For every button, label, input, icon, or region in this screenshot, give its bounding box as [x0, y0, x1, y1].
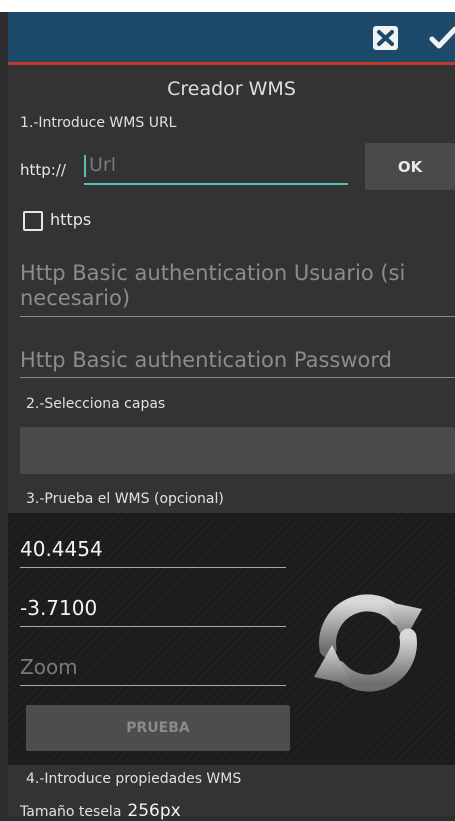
refresh-preview-button[interactable] [304, 579, 432, 707]
longitude-value: -3.7100 [20, 596, 98, 620]
wms-creator-dialog: Creador WMS 1.-Introduce WMS URL http://… [8, 65, 455, 821]
latitude-value: 40.4454 [20, 537, 103, 561]
auth-password-field[interactable]: Http Basic authentication Password [20, 348, 455, 378]
tile-size-row[interactable]: Tamaño tesela 256px [20, 801, 181, 821]
text-caret [84, 155, 86, 177]
tile-size-value: 256px [127, 801, 181, 821]
step2-label: 2.-Selecciona capas [26, 396, 166, 412]
https-checkbox[interactable] [23, 211, 43, 231]
url-placeholder: Url [89, 154, 116, 176]
tile-size-label: Tamaño tesela [20, 804, 122, 820]
refresh-icon [314, 594, 422, 692]
step3-label: 3.-Prueba el WMS (opcional) [26, 491, 224, 507]
longitude-field[interactable]: -3.7100 [20, 590, 286, 627]
dialog-title: Creador WMS [167, 78, 296, 100]
latitude-field[interactable]: 40.4454 [20, 531, 286, 568]
app-bar [8, 12, 455, 65]
https-label[interactable]: https [50, 210, 91, 229]
zoom-placeholder: Zoom [20, 655, 78, 679]
status-strip [0, 0, 455, 12]
zoom-field[interactable]: Zoom [20, 649, 286, 686]
step1-label: 1.-Introduce WMS URL [20, 115, 177, 131]
close-button[interactable] [371, 25, 401, 51]
close-box-icon [373, 26, 398, 50]
check-icon [429, 26, 455, 49]
ok-button[interactable]: OK [365, 143, 455, 190]
auth-user-field[interactable]: Http Basic authentication Usuario (si ne… [20, 261, 455, 317]
step4-label: 4.-Introduce propiedades WMS [26, 771, 242, 787]
test-button[interactable]: PRUEBA [26, 705, 290, 751]
url-prefix: http:// [20, 161, 66, 179]
url-input[interactable]: Url [84, 151, 348, 185]
layers-selector[interactable] [20, 427, 455, 474]
wms-test-area: 40.4454 -3.7100 Zoom PRUEBA [8, 513, 455, 765]
confirm-button[interactable] [428, 25, 455, 51]
